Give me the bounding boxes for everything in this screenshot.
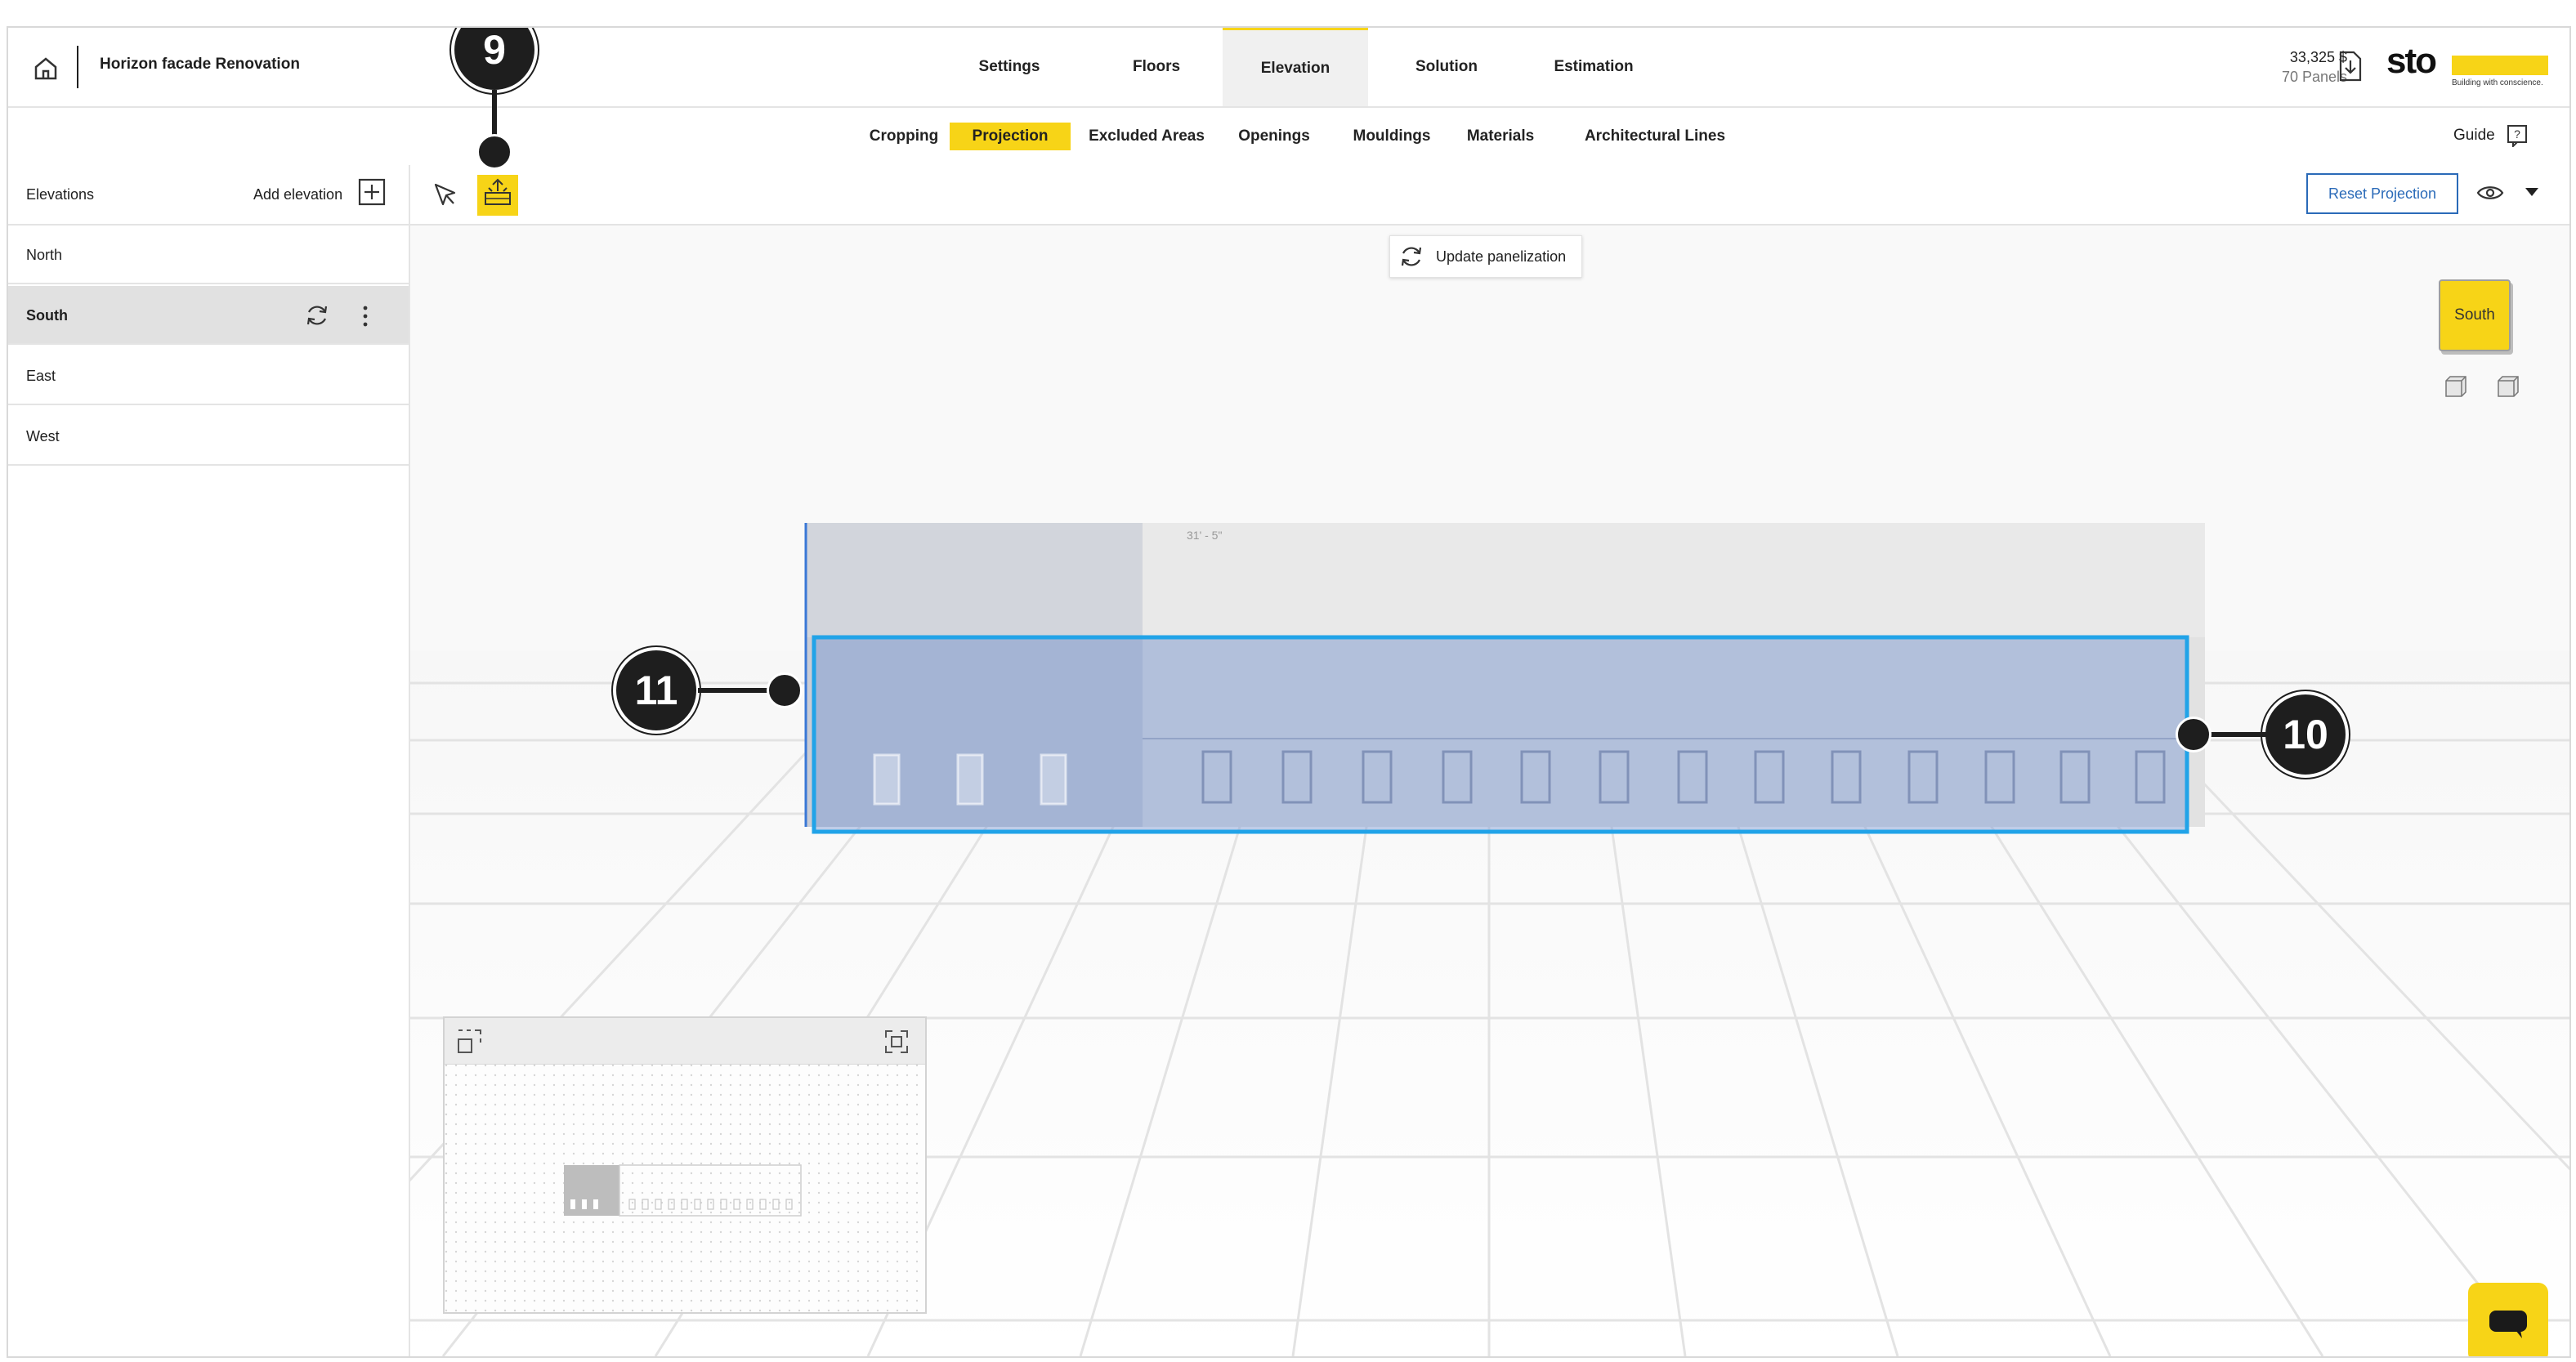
dimension-label: 31' - 5" bbox=[1187, 529, 1222, 542]
tab-settings[interactable]: Settings bbox=[956, 28, 1062, 106]
expand-icon[interactable] bbox=[884, 1029, 909, 1054]
sidebar-item-label: West bbox=[26, 428, 60, 444]
3d-viewport[interactable]: 31' - 5" Update panelization South 11 10 bbox=[410, 226, 2569, 1356]
sidebar-item-label: South bbox=[26, 307, 68, 324]
tab-estimation[interactable]: Estimation bbox=[1528, 28, 1659, 106]
tab-floors[interactable]: Floors bbox=[1103, 28, 1210, 106]
subtab-projection[interactable]: Projection bbox=[950, 123, 1071, 150]
brand-tagline: Building with conscience. bbox=[2452, 78, 2543, 87]
kebab-icon[interactable] bbox=[361, 304, 369, 328]
projection-tool-icon bbox=[485, 178, 511, 205]
sidebar-item-east[interactable]: East bbox=[8, 346, 409, 405]
subtab-excluded-areas[interactable]: Excluded Areas bbox=[1079, 123, 1214, 150]
tab-solution[interactable]: Solution bbox=[1389, 28, 1504, 106]
subtab-architectural-lines[interactable]: Architectural Lines bbox=[1569, 123, 1741, 150]
add-elevation-label[interactable]: Add elevation bbox=[253, 186, 342, 203]
minimap-panel[interactable] bbox=[443, 1016, 927, 1314]
subtab-cropping[interactable]: Cropping bbox=[855, 123, 953, 150]
caret-down-icon[interactable] bbox=[2524, 186, 2540, 198]
elevations-sidebar: Elevations Add elevation North South Eas… bbox=[8, 165, 410, 1356]
perspective-cube-icon[interactable] bbox=[2444, 374, 2468, 399]
callout-10-dot bbox=[2176, 717, 2212, 752]
sidebar-item-label: North bbox=[26, 247, 63, 263]
help-icon: ? bbox=[2507, 125, 2527, 147]
sidebar-item-south[interactable]: South bbox=[8, 286, 409, 345]
download-icon[interactable] bbox=[2337, 51, 2364, 82]
refresh-icon[interactable] bbox=[304, 302, 330, 328]
chat-icon bbox=[2489, 1311, 2527, 1338]
subtab-materials[interactable]: Materials bbox=[1460, 123, 1541, 150]
update-panelization-label: Update panelization bbox=[1436, 248, 1567, 265]
reset-projection-button[interactable]: Reset Projection bbox=[2306, 173, 2458, 214]
top-header: Horizon facade Renovation Settings Floor… bbox=[8, 28, 2569, 108]
orthographic-cube-icon[interactable] bbox=[2496, 374, 2520, 399]
projection-area bbox=[812, 635, 2189, 834]
canvas-toolbar: Reset Projection bbox=[410, 165, 2569, 226]
select-cursor-icon[interactable] bbox=[432, 181, 459, 209]
app-window: Horizon facade Renovation Settings Floor… bbox=[7, 26, 2571, 1358]
callout-9-dot bbox=[476, 134, 512, 170]
project-title: Horizon facade Renovation bbox=[100, 56, 300, 73]
eye-icon[interactable] bbox=[2476, 183, 2504, 203]
brand-yellow-bar bbox=[2452, 56, 2548, 75]
minimap-drawing bbox=[445, 1064, 925, 1312]
sidebar-title: Elevations bbox=[26, 186, 95, 203]
sidebar-item-north[interactable]: North bbox=[8, 226, 409, 284]
home-icon[interactable] bbox=[31, 54, 60, 83]
header-divider bbox=[77, 46, 78, 88]
projection-tool-button[interactable] bbox=[477, 175, 518, 216]
sidebar-header: Elevations Add elevation bbox=[8, 165, 409, 226]
tab-elevation[interactable]: Elevation bbox=[1223, 28, 1368, 106]
sub-navigation: Cropping Projection Excluded Areas Openi… bbox=[8, 106, 2569, 167]
sidebar-item-label: East bbox=[26, 368, 56, 384]
callout-10: 10 bbox=[2262, 691, 2349, 778]
svg-text:?: ? bbox=[2514, 127, 2520, 141]
callout-11: 11 bbox=[613, 647, 700, 734]
guide-button[interactable]: Guide ? bbox=[2453, 124, 2528, 147]
fit-view-icon[interactable] bbox=[456, 1028, 484, 1056]
brand-wordmark: sto bbox=[2386, 41, 2437, 81]
guide-label: Guide bbox=[2453, 127, 2495, 144]
subtab-openings[interactable]: Openings bbox=[1229, 123, 1319, 150]
sidebar-item-west[interactable]: West bbox=[8, 407, 409, 466]
view-cube-south[interactable]: South bbox=[2439, 279, 2511, 351]
chat-button[interactable] bbox=[2468, 1283, 2548, 1356]
sto-logo: sto Building with conscience. bbox=[2386, 41, 2548, 93]
subtab-mouldings[interactable]: Mouldings bbox=[1339, 123, 1445, 150]
update-panelization-button[interactable]: Update panelization bbox=[1389, 235, 1582, 278]
refresh-icon bbox=[1401, 247, 1422, 266]
callout-11-dot bbox=[767, 672, 803, 708]
add-icon[interactable] bbox=[358, 178, 386, 206]
minimap-header bbox=[445, 1018, 925, 1065]
